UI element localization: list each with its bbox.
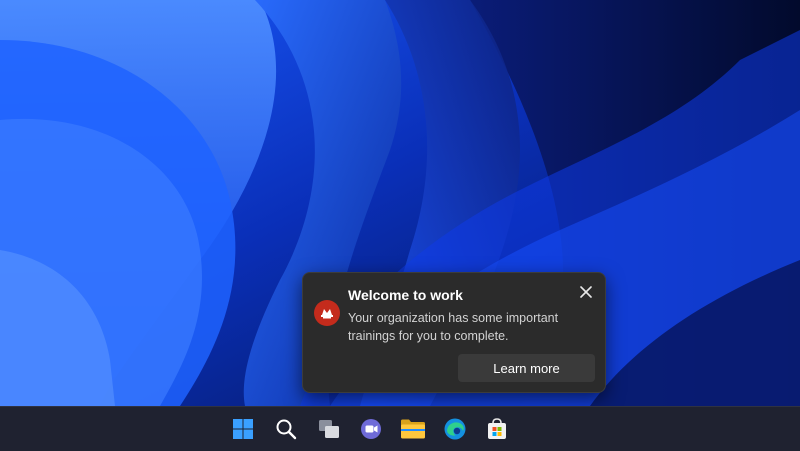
search-button[interactable] <box>270 413 302 445</box>
file-explorer-button[interactable] <box>397 413 429 445</box>
edge-browser-icon <box>444 418 466 440</box>
teams-chat-icon <box>361 419 381 439</box>
store-button[interactable] <box>481 413 513 445</box>
task-view-icon <box>319 420 339 438</box>
learn-more-button[interactable]: Learn more <box>458 354 595 382</box>
start-button[interactable] <box>227 413 259 445</box>
training-app-icon <box>314 300 340 326</box>
edge-button[interactable] <box>439 413 471 445</box>
store-icon <box>488 418 506 439</box>
taskbar <box>0 406 800 451</box>
chat-button[interactable] <box>355 413 387 445</box>
task-view-button[interactable] <box>313 413 345 445</box>
search-icon <box>276 419 297 440</box>
close-icon[interactable] <box>575 281 597 303</box>
notification-title: Welcome to work <box>348 287 463 303</box>
windows-logo-icon <box>233 419 253 439</box>
notification-body: Your organization has some important tra… <box>348 311 559 343</box>
folder-icon <box>401 419 425 439</box>
notification-toast[interactable]: Welcome to work Your organization has so… <box>302 272 606 393</box>
